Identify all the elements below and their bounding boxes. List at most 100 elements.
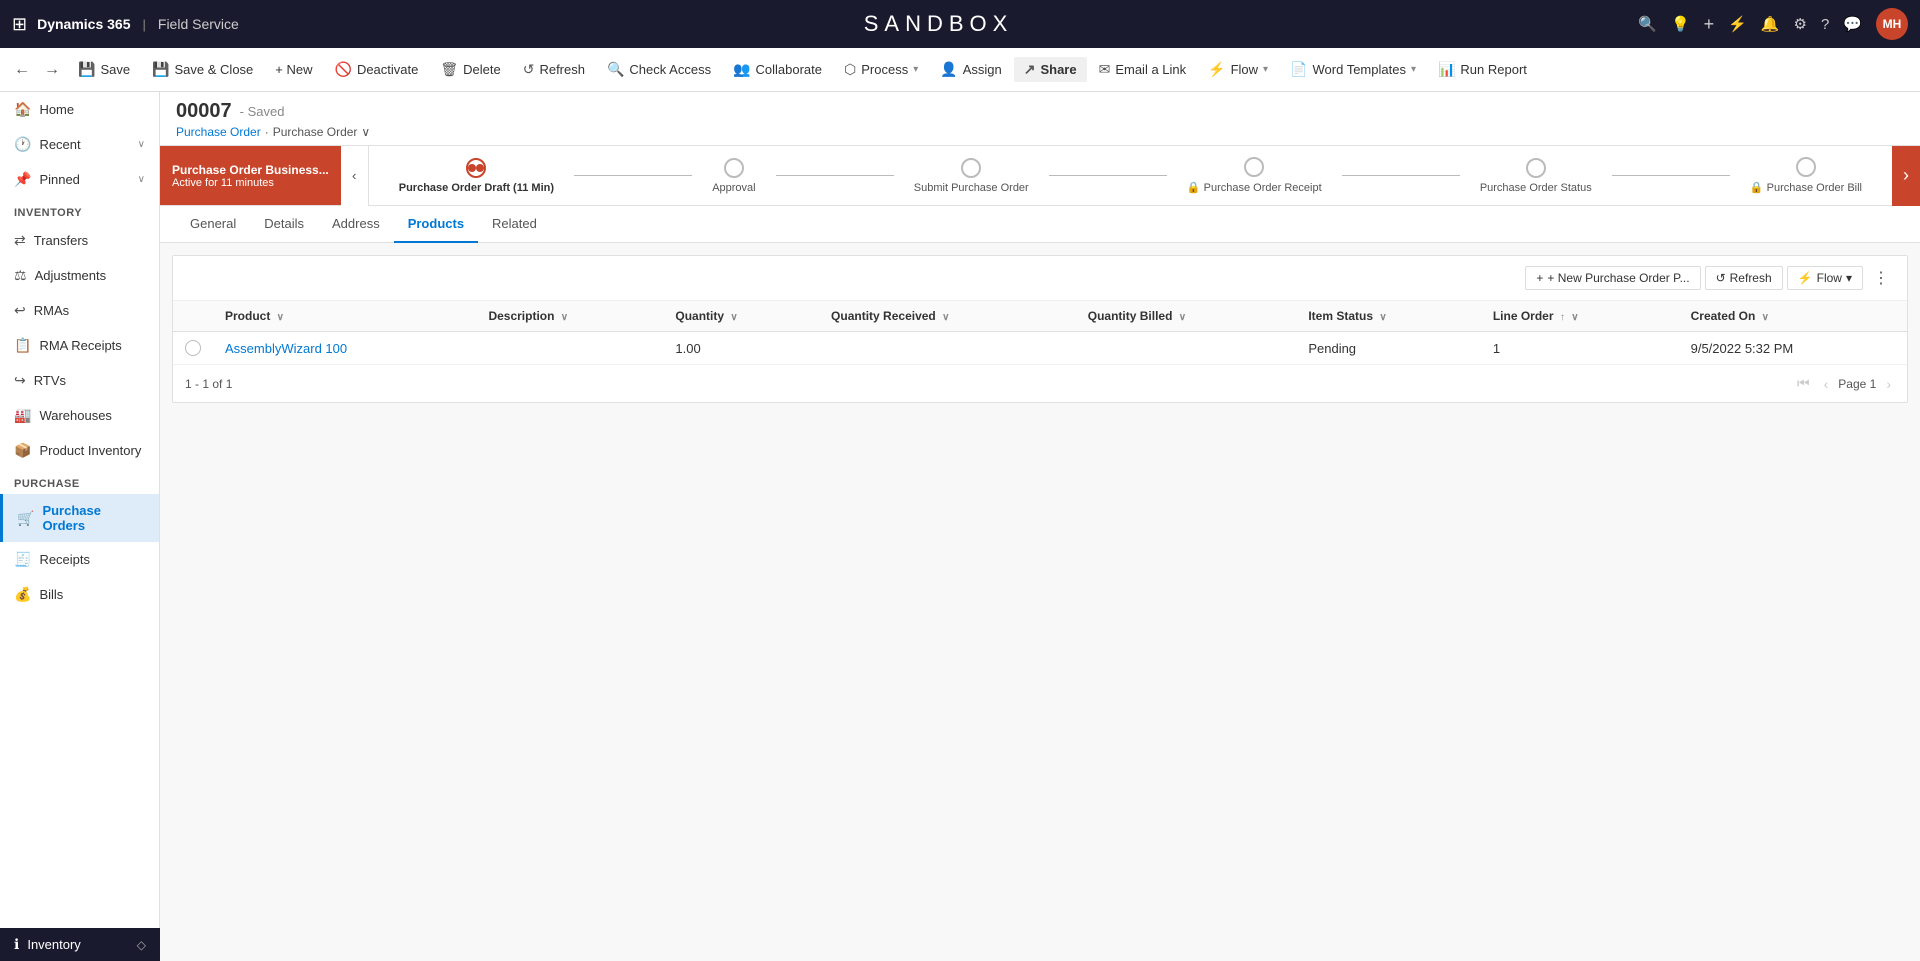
col-line-order[interactable]: Line Order ↑ ∨ <box>1481 301 1679 332</box>
avatar[interactable]: MH <box>1876 8 1908 40</box>
chat-icon[interactable]: 💬 <box>1843 15 1862 33</box>
col-product[interactable]: Product ∨ <box>213 301 476 332</box>
sidebar-item-warehouses[interactable]: 🏭 Warehouses <box>0 398 159 433</box>
stage-status[interactable]: Purchase Order Status <box>1460 158 1612 194</box>
flow-button[interactable]: ⚡ Flow ▾ <box>1198 57 1278 82</box>
sidebar-item-recent[interactable]: 🕐 Recent ∨ <box>0 127 159 162</box>
forward-button[interactable]: → <box>38 57 66 83</box>
tab-address[interactable]: Address <box>318 206 394 243</box>
app-grid-icon[interactable]: ⊞ <box>12 14 27 35</box>
sidebar: 🏠 Home 🕐 Recent ∨ 📌 Pinned ∨ Inventory ⇄… <box>0 92 160 961</box>
delete-button[interactable]: 🗑 Delete <box>430 57 510 82</box>
sidebar-item-rmas[interactable]: ↩ RMAs <box>0 293 159 328</box>
tab-general[interactable]: General <box>176 206 250 243</box>
adjustments-icon: ⚖ <box>14 267 27 284</box>
sidebar-item-pinned[interactable]: 📌 Pinned ∨ <box>0 162 159 197</box>
sidebar-item-product-inventory[interactable]: 📦 Product Inventory <box>0 433 159 468</box>
save-close-button[interactable]: 💾 Save & Close <box>142 57 263 82</box>
refresh-button[interactable]: ↺ Refresh <box>513 57 595 82</box>
tab-related[interactable]: Related <box>478 206 551 243</box>
pinned-expand-icon: ∨ <box>138 174 145 185</box>
stage-label-bill: 🔒 Purchase Order Bill <box>1750 181 1862 194</box>
sidebar-item-purchase-orders[interactable]: 🛒 Purchase Orders <box>0 494 159 542</box>
sidebar-item-bills[interactable]: 💰 Bills <box>0 577 159 612</box>
breadcrumb-current: Purchase Order <box>273 125 358 139</box>
breadcrumb-dropdown-icon[interactable]: ∨ <box>361 125 370 139</box>
check-access-button[interactable]: 🔍 Check Access <box>597 57 721 82</box>
assign-button[interactable]: 👤 Assign <box>930 57 1011 82</box>
stage-connector-2 <box>776 175 894 176</box>
products-flow-button[interactable]: ⚡ Flow ▾ <box>1787 266 1863 290</box>
sidebar-item-adjustments[interactable]: ⚖ Adjustments <box>0 258 159 293</box>
first-page-button[interactable]: ⏮ <box>1793 373 1814 394</box>
word-templates-button[interactable]: 📄 Word Templates ▾ <box>1280 57 1426 82</box>
main-layout: 🏠 Home 🕐 Recent ∨ 📌 Pinned ∨ Inventory ⇄… <box>0 92 1920 961</box>
process-prev-button[interactable]: ‹ <box>341 146 369 206</box>
bottom-bar[interactable]: ℹ Inventory ◇ <box>0 928 160 961</box>
bottom-bar-arrow: ◇ <box>137 938 146 952</box>
collaborate-button[interactable]: 👥 Collaborate <box>723 57 832 82</box>
product-link[interactable]: AssemblyWizard 100 <box>213 332 476 365</box>
save-button[interactable]: 💾 Save <box>68 57 140 82</box>
deactivate-button[interactable]: 🚫 Deactivate <box>325 57 429 82</box>
process-button[interactable]: ⬡ Process ▾ <box>834 57 928 82</box>
stage-circle-bill <box>1796 157 1816 177</box>
bottom-bar-icon: ℹ <box>14 936 19 953</box>
home-icon: 🏠 <box>14 101 31 118</box>
col-created-on[interactable]: Created On ∨ <box>1679 301 1907 332</box>
products-refresh-button[interactable]: ↺ Refresh <box>1705 266 1783 290</box>
stage-approval[interactable]: Approval <box>692 158 775 194</box>
deactivate-icon: 🚫 <box>335 61 352 78</box>
stage-draft[interactable]: Purchase Order Draft (11 Min) <box>379 158 574 194</box>
products-more-button[interactable]: ⋮ <box>1867 264 1895 292</box>
back-button[interactable]: ← <box>8 57 36 83</box>
process-icon: ⬡ <box>844 61 856 78</box>
record-id: 00007 <box>176 100 232 123</box>
lightbulb-icon[interactable]: 💡 <box>1671 15 1690 33</box>
next-page-button[interactable]: › <box>1882 374 1895 394</box>
plus-icon[interactable]: + <box>1704 14 1715 35</box>
sidebar-item-transfers[interactable]: ⇄ Transfers <box>0 223 159 258</box>
content-area: 00007 - Saved Purchase Order · Purchase … <box>160 92 1920 961</box>
prev-page-button[interactable]: ‹ <box>1820 374 1833 394</box>
module-name: Field Service <box>158 16 239 32</box>
col-description[interactable]: Description ∨ <box>476 301 663 332</box>
email-link-button[interactable]: ✉ Email a Link <box>1089 57 1197 82</box>
email-icon: ✉ <box>1099 61 1111 78</box>
share-button[interactable]: ↗ Share <box>1014 57 1087 82</box>
sidebar-item-rtvs[interactable]: ↪ RTVs <box>0 363 159 398</box>
col-quantity[interactable]: Quantity ∨ <box>663 301 819 332</box>
tab-details[interactable]: Details <box>250 206 318 243</box>
description-cell <box>476 332 663 365</box>
receipts-icon: 🧾 <box>14 551 31 568</box>
bills-icon: 💰 <box>14 586 31 603</box>
stage-receipt[interactable]: 🔒 Purchase Order Receipt <box>1167 157 1342 194</box>
stage-bill[interactable]: 🔒 Purchase Order Bill <box>1730 157 1882 194</box>
assign-icon: 👤 <box>940 61 957 78</box>
col-qty-billed[interactable]: Quantity Billed ∨ <box>1076 301 1297 332</box>
created-on-cell: 9/5/2022 5:32 PM <box>1679 332 1907 365</box>
stage-submit[interactable]: Submit Purchase Order <box>894 158 1049 194</box>
tab-products[interactable]: Products <box>394 206 478 243</box>
sidebar-item-rma-receipts[interactable]: 📋 RMA Receipts <box>0 328 159 363</box>
line-order-cell: 1 <box>1481 332 1679 365</box>
breadcrumb-parent[interactable]: Purchase Order <box>176 125 261 139</box>
col-item-status[interactable]: Item Status ∨ <box>1296 301 1481 332</box>
settings-icon[interactable]: ⚙ <box>1794 15 1807 33</box>
process-next-button[interactable]: › <box>1892 146 1920 206</box>
row-checkbox-col[interactable] <box>173 332 213 365</box>
col-qty-received[interactable]: Quantity Received ∨ <box>819 301 1076 332</box>
run-report-button[interactable]: 📊 Run Report <box>1428 57 1537 82</box>
new-button[interactable]: + New <box>265 58 322 81</box>
active-stage-badge[interactable]: Purchase Order Business... Active for 11… <box>160 146 341 205</box>
search-icon[interactable]: 🔍 <box>1638 15 1657 33</box>
filter-icon[interactable]: ⚡ <box>1728 15 1747 33</box>
stage-connector-1 <box>574 175 692 176</box>
sidebar-item-receipts[interactable]: 🧾 Receipts <box>0 542 159 577</box>
new-purchase-order-product-button[interactable]: + + New Purchase Order P... <box>1525 266 1700 290</box>
flow-dropdown-icon: ▾ <box>1263 64 1268 75</box>
sidebar-item-home[interactable]: 🏠 Home <box>0 92 159 127</box>
process-dropdown-icon: ▾ <box>913 64 918 75</box>
help-icon[interactable]: ? <box>1821 16 1829 33</box>
bell-icon[interactable]: 🔔 <box>1761 15 1780 33</box>
